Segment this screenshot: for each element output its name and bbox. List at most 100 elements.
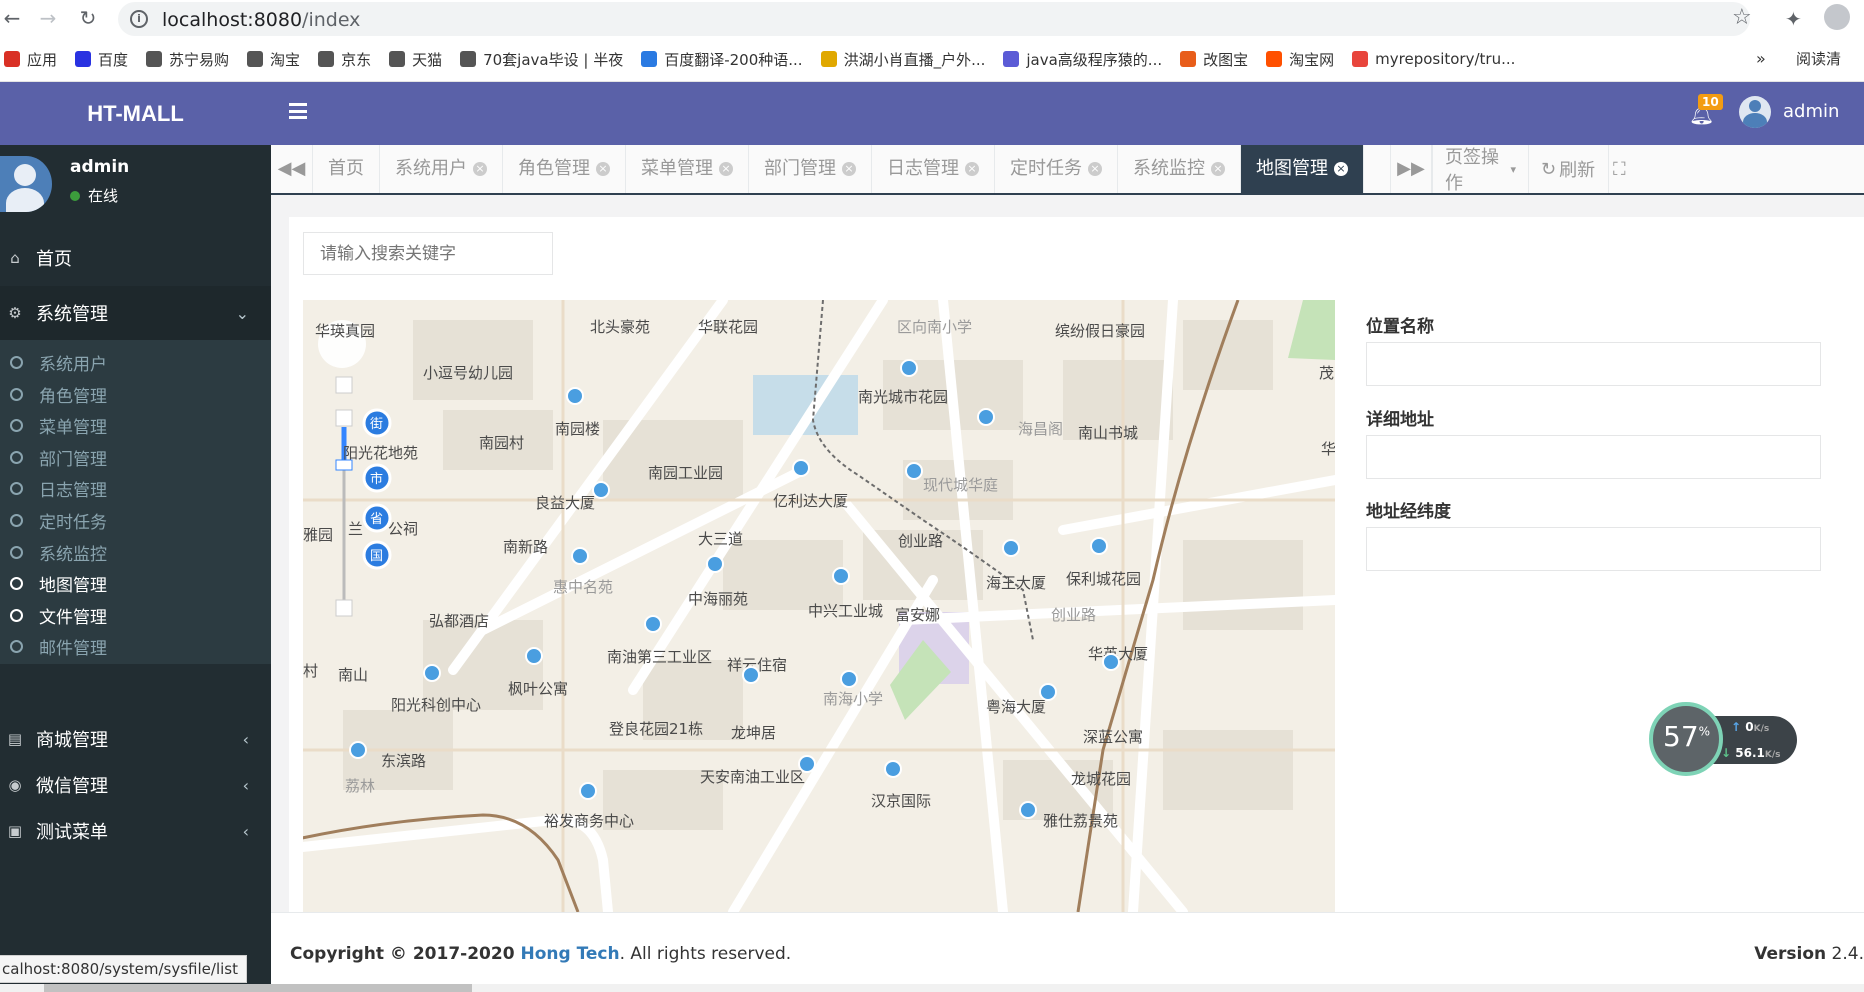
tab-page[interactable]: 系统监控 × <box>1118 145 1241 193</box>
brand-logo[interactable]: HT-MALL <box>0 82 271 145</box>
close-tab-icon[interactable]: × <box>965 162 979 176</box>
tab-page[interactable]: 系统用户 × <box>380 145 503 193</box>
map-poi-marker[interactable]: 市 <box>362 463 392 493</box>
map-place-label: 龙坤居 <box>731 724 776 742</box>
site-info-icon[interactable]: i <box>130 10 148 28</box>
extensions-icon[interactable]: ✦ <box>1785 7 1802 31</box>
map-poi-marker[interactable]: 街 <box>362 408 392 438</box>
page-ops-dropdown[interactable]: 页签操作 ▾ <box>1432 145 1528 194</box>
bookmark-item[interactable]: 应用 <box>4 49 57 70</box>
map-building-icon[interactable] <box>706 555 724 573</box>
network-speed-widget[interactable]: 57% ↑ 0K/s ↓ 56.1K/s <box>1649 702 1799 776</box>
reading-list-button[interactable]: 阅读清 <box>1796 44 1841 74</box>
tabs-scroll-right-icon[interactable]: ▶▶ <box>1390 145 1432 193</box>
map-poi-marker[interactable]: 国 <box>362 540 392 570</box>
tab-page[interactable]: 地图管理 × <box>1241 145 1364 193</box>
tab-page[interactable]: 首页 <box>313 145 380 193</box>
map-building-icon[interactable] <box>423 664 441 682</box>
top-username[interactable]: admin <box>1783 101 1839 122</box>
sidebar-subitem[interactable]: 邮件管理 <box>0 628 271 665</box>
map-building-icon[interactable] <box>644 615 662 633</box>
forward-icon[interactable]: → <box>36 6 60 30</box>
bookmark-item[interactable]: 天猫 <box>389 49 442 70</box>
profile-avatar[interactable] <box>1824 4 1850 30</box>
location-name-field[interactable] <box>1366 342 1821 386</box>
map-poi-marker[interactable]: 省 <box>362 503 392 533</box>
map-building-icon[interactable] <box>1002 539 1020 557</box>
close-tab-icon[interactable]: × <box>1088 162 1102 176</box>
bookmark-item[interactable]: 淘宝 <box>247 49 300 70</box>
bookmark-item[interactable]: 百度翻译-200种语... <box>641 49 803 70</box>
tab-page[interactable]: 菜单管理 × <box>626 145 749 193</box>
map-building-icon[interactable] <box>592 481 610 499</box>
close-tab-icon[interactable]: × <box>719 162 733 176</box>
tab-page[interactable]: 日志管理 × <box>872 145 995 193</box>
map-building-icon[interactable] <box>900 359 918 377</box>
map-building-icon[interactable] <box>977 408 995 426</box>
bookmarks-more-button[interactable]: » <box>1756 44 1766 74</box>
close-tab-icon[interactable]: × <box>1334 162 1348 176</box>
map-canvas[interactable]: 华联花园 华瑛真园 北头豪苑 区向南小学 缤纷假日豪园茂小逗号幼儿园 南光城市花园 南园楼南… <box>303 300 1335 912</box>
map-building-icon[interactable] <box>905 462 923 480</box>
bookmark-item[interactable]: 淘宝网 <box>1266 49 1334 70</box>
map-place-label: 小逗号幼儿园 <box>423 364 513 382</box>
tab-page[interactable]: 角色管理 × <box>503 145 626 193</box>
bookmark-item[interactable]: 苏宁易购 <box>146 49 229 70</box>
search-input[interactable] <box>303 232 553 275</box>
map-building-icon[interactable] <box>792 459 810 477</box>
hamburger-menu-icon[interactable] <box>289 103 307 119</box>
map-place-label: 南山 <box>338 666 368 684</box>
bookmark-item[interactable]: 洪湖小肖直播_户外... <box>820 49 985 70</box>
tab-page[interactable]: 定时任务 × <box>995 145 1118 193</box>
sidebar-item-test[interactable]: ▣ 测试菜单 ‹ <box>0 804 271 858</box>
refresh-button[interactable]: ↻ 刷新 <box>1528 145 1608 193</box>
map-building-icon[interactable] <box>1090 537 1108 555</box>
map-building-icon[interactable] <box>349 741 367 759</box>
avatar[interactable] <box>1739 96 1771 128</box>
sidebar-item-system[interactable]: ⚙ 系统管理 ⌄ <box>0 286 271 340</box>
scrollbar-thumb[interactable] <box>44 984 472 992</box>
circle-icon <box>10 514 23 527</box>
map-building-icon[interactable] <box>798 755 816 773</box>
map-building-icon[interactable] <box>579 782 597 800</box>
horizontal-scrollbar[interactable] <box>0 984 1864 992</box>
tabs-scroll-left-icon[interactable]: ◀◀ <box>271 145 313 193</box>
map-building-icon[interactable] <box>832 567 850 585</box>
bookmark-item[interactable]: 改图宝 <box>1180 49 1248 70</box>
map-building-icon[interactable] <box>840 670 858 688</box>
top-navbar: 🔔︎ 10 admin <box>271 82 1864 145</box>
close-tab-icon[interactable]: × <box>1211 162 1225 176</box>
bookmark-item[interactable]: 京东 <box>318 49 371 70</box>
map-building-icon[interactable] <box>1039 683 1057 701</box>
map-building-icon[interactable] <box>742 666 760 684</box>
map-building-icon[interactable] <box>571 547 589 565</box>
refresh-icon: ↻ <box>1541 158 1557 180</box>
map-building-icon[interactable] <box>566 387 584 405</box>
gears-icon: ⚙ <box>8 304 22 322</box>
tab-page[interactable]: 部门管理 × <box>749 145 872 193</box>
close-tab-icon[interactable]: × <box>842 162 856 176</box>
sidebar-item-home[interactable]: ⌂ 首页 <box>0 231 271 285</box>
bookmark-item[interactable]: 70套java毕设 | 半夜 <box>460 49 623 70</box>
page-tabs: 首页 系统用户 × 角色管理 × 菜单管理 × 部门管理 × 日志管理 × 定时任务 × 系统监控 × 地图管… <box>313 145 1364 193</box>
map-place-label: 华 <box>1321 440 1335 458</box>
fullscreen-icon[interactable]: ⛶ <box>1608 145 1628 193</box>
map-building-icon[interactable] <box>1019 801 1037 819</box>
bookmark-item[interactable]: java高级程序猿的... <box>1003 49 1162 70</box>
map-place-label: 现代城华庭 <box>923 476 998 494</box>
coords-field[interactable] <box>1366 527 1821 571</box>
bookmark-item[interactable]: myrepository/tru... <box>1352 50 1515 68</box>
back-icon[interactable]: ← <box>0 6 24 30</box>
close-tab-icon[interactable]: × <box>473 162 487 176</box>
reload-icon[interactable]: ↻ <box>76 6 100 30</box>
company-link[interactable]: Hong Tech <box>520 944 619 964</box>
bookmark-star-icon[interactable]: ☆ <box>1732 5 1752 30</box>
map-building-icon[interactable] <box>1102 653 1120 671</box>
bookmark-item[interactable]: 百度 <box>75 49 128 70</box>
close-tab-icon[interactable]: × <box>596 162 610 176</box>
address-field[interactable] <box>1366 435 1821 479</box>
map-building-icon[interactable] <box>884 760 902 778</box>
circle-icon <box>10 545 23 559</box>
map-building-icon[interactable] <box>525 647 543 665</box>
address-bar[interactable]: i localhost:8080/index <box>118 2 1750 36</box>
